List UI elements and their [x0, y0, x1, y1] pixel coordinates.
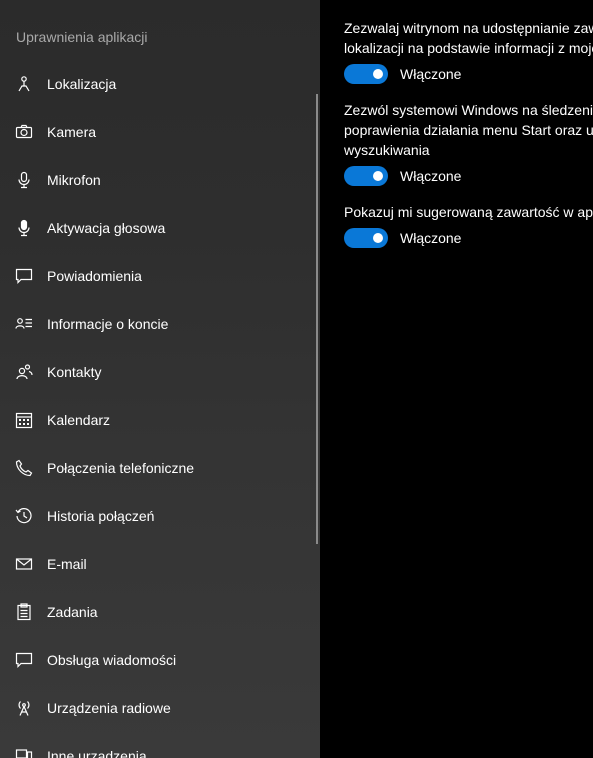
sidebar-item-calendar[interactable]: Kalendarz: [0, 396, 316, 444]
microphone-icon: [15, 171, 33, 189]
sidebar-scrollbar[interactable]: [316, 94, 318, 544]
sidebar-item-label: Kontakty: [47, 364, 102, 380]
mail-icon: [15, 555, 33, 573]
sidebar-item-label: Informacje o koncie: [47, 316, 169, 332]
camera-icon: [15, 123, 33, 141]
sidebar-item-location[interactable]: Lokalizacja: [0, 60, 316, 108]
sidebar-item-label: Kamera: [47, 124, 97, 140]
sidebar-item-label: Historia połączeń: [47, 508, 155, 524]
sidebar-item-phone-calls[interactable]: Połączenia telefoniczne: [0, 444, 316, 492]
sidebar-heading: Uprawnienia aplikacji: [16, 29, 148, 45]
sidebar-item-camera[interactable]: Kamera: [0, 108, 316, 156]
sidebar-item-other-devices[interactable]: Inne urządzenia: [0, 732, 316, 758]
account-info-icon: [15, 315, 33, 333]
sidebar-item-label: Połączenia telefoniczne: [47, 460, 195, 476]
notifications-icon: [15, 267, 33, 285]
sidebar-item-voice-activation[interactable]: Aktywacja głosowa: [0, 204, 316, 252]
sidebar-item-label: Lokalizacja: [47, 76, 117, 92]
setting-app-launch-tracking: Zezwól systemowi Windows na śledzenie po…: [344, 100, 593, 186]
sidebar-item-label: Obsługa wiadomości: [47, 652, 177, 668]
sidebar-item-contacts[interactable]: Kontakty: [0, 348, 316, 396]
setting-description: Zezwól systemowi Windows na śledzenie po…: [344, 102, 593, 158]
toggle-knob: [373, 171, 383, 181]
radio-icon: [15, 699, 33, 717]
phone-icon: [15, 459, 33, 477]
voice-activation-icon: [15, 219, 33, 237]
sidebar-item-label: Aktywacja głosowa: [47, 220, 166, 236]
messaging-icon: [15, 651, 33, 669]
history-icon: [15, 507, 33, 525]
suggested-content-toggle[interactable]: [344, 228, 388, 248]
toggle-state-label: Włączone: [400, 230, 462, 246]
sidebar-item-label: Kalendarz: [47, 412, 111, 428]
sidebar-item-tasks[interactable]: Zadania: [0, 588, 316, 636]
sidebar-item-label: Powiadomienia: [47, 268, 142, 284]
toggle-knob: [373, 233, 383, 243]
setting-description: Pokazuj mi sugerowaną zawartość w apli: [344, 204, 593, 220]
toggle-state-label: Włączone: [400, 66, 462, 82]
sidebar-item-notifications[interactable]: Powiadomienia: [0, 252, 316, 300]
setting-location-sharing: Zezwalaj witrynom na udostępnianie zaw l…: [344, 18, 593, 84]
tasks-icon: [15, 603, 33, 621]
sidebar-item-call-history[interactable]: Historia połączeń: [0, 492, 316, 540]
sidebar-item-label: Inne urządzenia: [47, 748, 147, 758]
sidebar-item-microphone[interactable]: Mikrofon: [0, 156, 316, 204]
settings-content: Zezwalaj witrynom na udostępnianie zaw l…: [320, 0, 593, 758]
devices-icon: [15, 747, 33, 758]
calendar-icon: [15, 411, 33, 429]
sidebar-item-email[interactable]: E-mail: [0, 540, 316, 588]
sidebar-item-label: E-mail: [47, 556, 87, 572]
sidebar-item-label: Urządzenia radiowe: [47, 700, 171, 716]
app-launch-tracking-toggle[interactable]: [344, 166, 388, 186]
sidebar-item-label: Zadania: [47, 604, 98, 620]
sidebar-item-radios[interactable]: Urządzenia radiowe: [0, 684, 316, 732]
setting-suggested-content: Pokazuj mi sugerowaną zawartość w apli W…: [344, 202, 593, 248]
toggle-knob: [373, 69, 383, 79]
toggle-state-label: Włączone: [400, 168, 462, 184]
sidebar-item-messaging[interactable]: Obsługa wiadomości: [0, 636, 316, 684]
location-icon: [15, 75, 33, 93]
setting-description: Zezwalaj witrynom na udostępnianie zaw l…: [344, 20, 593, 56]
app-permissions-sidebar: Uprawnienia aplikacji Lokalizacja Kamera…: [0, 0, 320, 758]
location-sharing-toggle[interactable]: [344, 64, 388, 84]
sidebar-item-account-info[interactable]: Informacje o koncie: [0, 300, 316, 348]
contacts-icon: [15, 363, 33, 381]
sidebar-item-label: Mikrofon: [47, 172, 101, 188]
